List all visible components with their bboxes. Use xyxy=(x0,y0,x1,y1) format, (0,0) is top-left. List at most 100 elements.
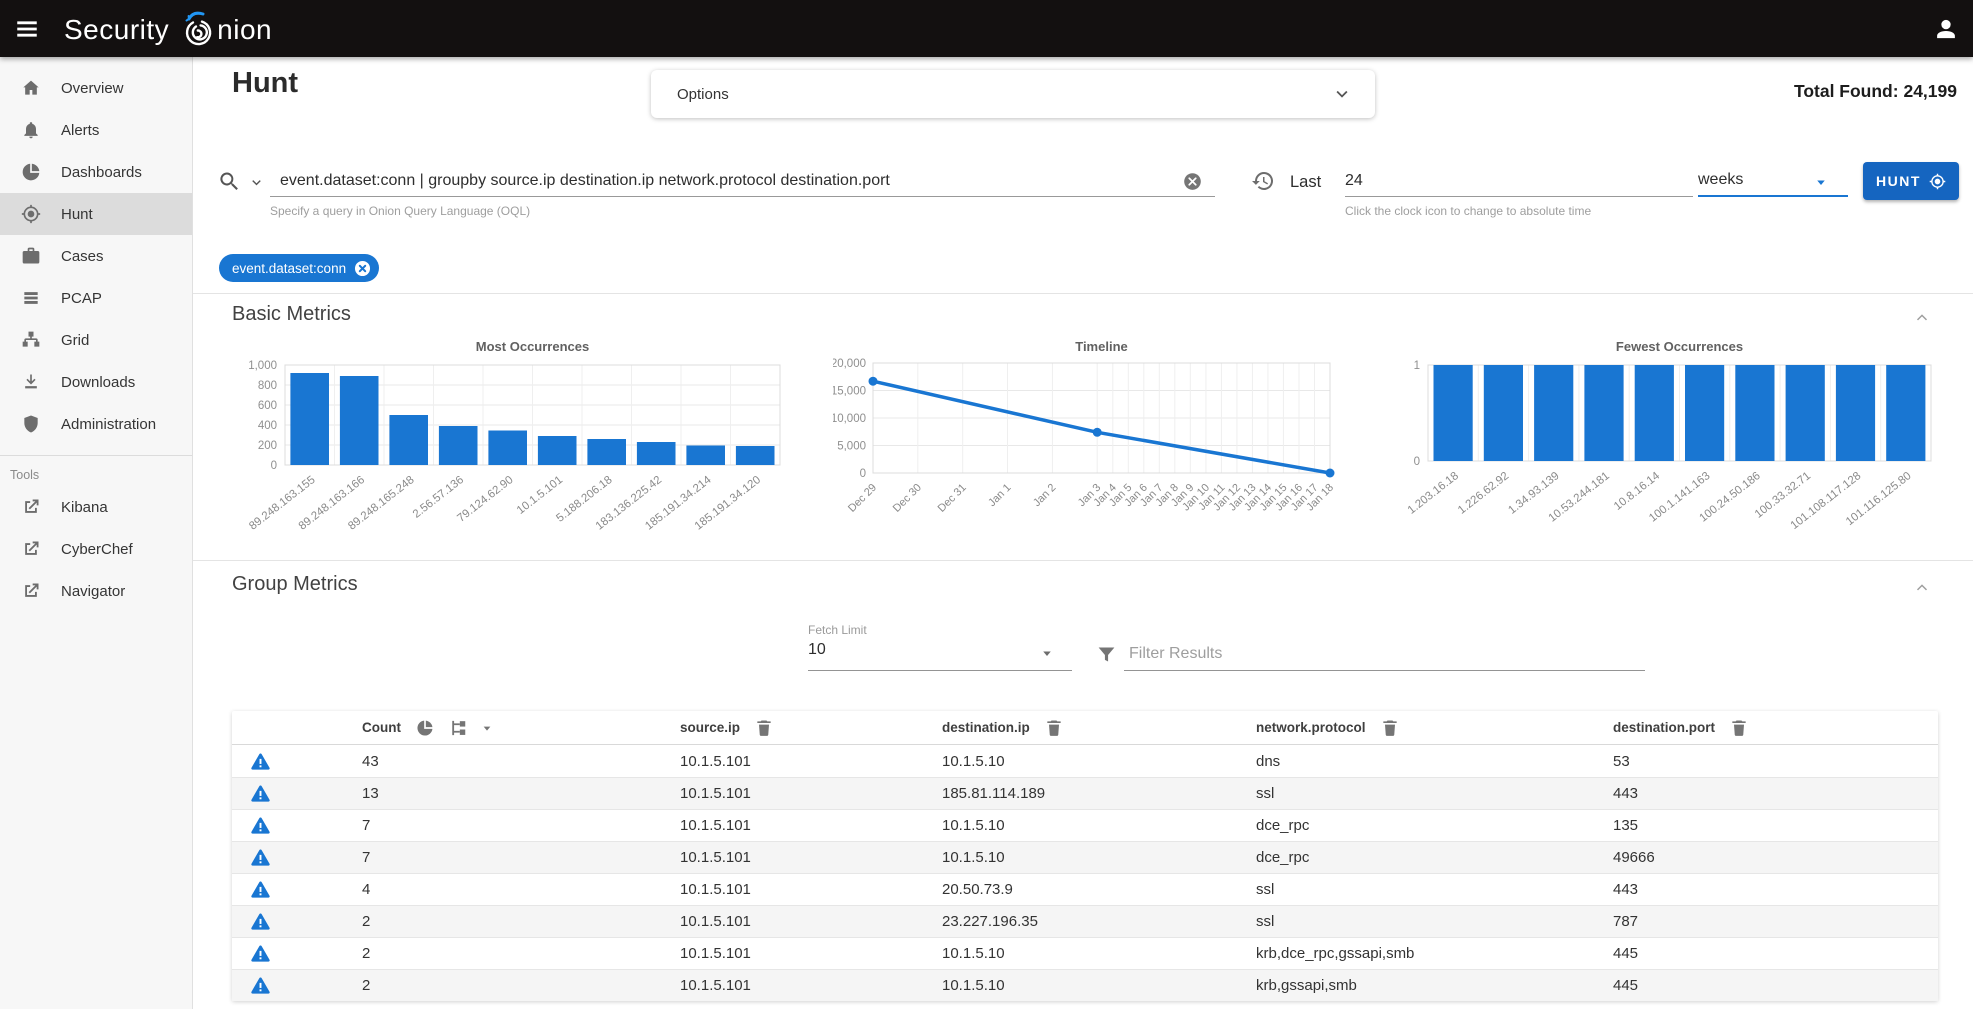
cell-destination-ip[interactable]: 10.1.5.10 xyxy=(942,977,1005,994)
remove-column-icon[interactable] xyxy=(754,718,774,738)
duration-input[interactable] xyxy=(1345,169,1685,193)
cell-source-ip[interactable]: 10.1.5.101 xyxy=(680,945,751,962)
cell-count[interactable]: 7 xyxy=(362,817,370,834)
cell-destination-port[interactable]: 445 xyxy=(1613,945,1638,962)
sidebar-item-hunt[interactable]: Hunt xyxy=(0,193,192,235)
warning-triangle-icon[interactable] xyxy=(250,943,271,964)
cell-destination-ip[interactable]: 10.1.5.10 xyxy=(942,817,1005,834)
cell-count[interactable]: 4 xyxy=(362,881,370,898)
warning-triangle-icon[interactable] xyxy=(250,847,271,868)
cell-count[interactable]: 2 xyxy=(362,977,370,994)
cell-destination-port[interactable]: 443 xyxy=(1613,881,1638,898)
table-row[interactable]: 7 10.1.5.101 10.1.5.10 dce_rpc 49666 xyxy=(232,841,1938,873)
remove-filter-icon[interactable] xyxy=(353,259,372,278)
cell-source-ip[interactable]: 10.1.5.101 xyxy=(680,913,751,930)
chart-most-occurrences[interactable]: Most Occurrences02004006008001,00089.248… xyxy=(230,335,785,558)
column-header-count[interactable]: Count xyxy=(362,720,401,735)
sidebar-item-downloads[interactable]: Downloads xyxy=(0,361,192,403)
fetch-limit-caret-icon[interactable] xyxy=(1038,644,1056,662)
pie-chart-toggle-icon[interactable] xyxy=(415,718,435,738)
cell-destination-port[interactable]: 443 xyxy=(1613,785,1638,802)
collapse-basic-metrics-icon[interactable] xyxy=(1913,309,1931,327)
chart-timeline[interactable]: Timeline05,00010,00015,00020,000Dec 29De… xyxy=(833,335,1338,558)
cell-network-protocol[interactable]: ssl xyxy=(1256,785,1274,802)
cell-destination-ip[interactable]: 23.227.196.35 xyxy=(942,913,1038,930)
cell-network-protocol[interactable]: ssl xyxy=(1256,913,1274,930)
sidebar-item-alerts[interactable]: Alerts xyxy=(0,109,192,151)
history-clock-icon[interactable] xyxy=(1251,169,1275,193)
sidebar-item-administration[interactable]: Administration xyxy=(0,403,192,445)
table-row[interactable]: 13 10.1.5.101 185.81.114.189 ssl 443 xyxy=(232,777,1938,809)
cell-destination-port[interactable]: 49666 xyxy=(1613,849,1655,866)
cell-network-protocol[interactable]: ssl xyxy=(1256,881,1274,898)
warning-triangle-icon[interactable] xyxy=(250,911,271,932)
cell-destination-port[interactable]: 53 xyxy=(1613,753,1630,770)
cell-source-ip[interactable]: 10.1.5.101 xyxy=(680,817,751,834)
cell-destination-ip[interactable]: 185.81.114.189 xyxy=(942,785,1045,802)
cell-source-ip[interactable]: 10.1.5.101 xyxy=(680,977,751,994)
cell-network-protocol[interactable]: dns xyxy=(1256,753,1280,770)
duration-unit-select[interactable]: weeks xyxy=(1698,171,1848,189)
cell-destination-ip[interactable]: 10.1.5.10 xyxy=(942,849,1005,866)
cell-count[interactable]: 43 xyxy=(362,753,379,770)
cell-source-ip[interactable]: 10.1.5.101 xyxy=(680,785,751,802)
sidebar-item-navigator[interactable]: Navigator xyxy=(0,570,192,612)
cell-network-protocol[interactable]: krb,gssapi,smb xyxy=(1256,977,1357,994)
hamburger-menu-icon[interactable] xyxy=(14,16,40,42)
cell-network-protocol[interactable]: dce_rpc xyxy=(1256,817,1309,834)
table-row[interactable]: 2 10.1.5.101 10.1.5.10 krb,gssapi,smb 445 xyxy=(232,969,1938,1001)
warning-triangle-icon[interactable] xyxy=(250,815,271,836)
query-input[interactable] xyxy=(280,169,1170,193)
chart-type-caret-icon[interactable] xyxy=(479,720,495,736)
clear-query-icon[interactable] xyxy=(1182,171,1203,192)
table-row[interactable]: 43 10.1.5.101 10.1.5.10 dns 53 xyxy=(232,745,1938,777)
options-expander[interactable]: Options xyxy=(651,70,1375,118)
cell-destination-ip[interactable]: 20.50.73.9 xyxy=(942,881,1013,898)
cell-source-ip[interactable]: 10.1.5.101 xyxy=(680,753,751,770)
warning-triangle-icon[interactable] xyxy=(250,879,271,900)
cell-count[interactable]: 13 xyxy=(362,785,379,802)
sidebar-item-cases[interactable]: Cases xyxy=(0,235,192,277)
chevron-down-icon[interactable] xyxy=(1331,83,1353,105)
warning-triangle-icon[interactable] xyxy=(250,975,271,996)
cell-destination-port[interactable]: 787 xyxy=(1613,913,1638,930)
column-header-network-protocol[interactable]: network.protocol xyxy=(1256,720,1366,735)
remove-column-icon[interactable] xyxy=(1380,718,1400,738)
table-row[interactable]: 2 10.1.5.101 10.1.5.10 krb,dce_rpc,gssapi,s… xyxy=(232,937,1938,969)
collapse-group-metrics-icon[interactable] xyxy=(1913,579,1931,597)
column-header-source-ip[interactable]: source.ip xyxy=(680,720,740,735)
sidebar-item-grid[interactable]: Grid xyxy=(0,319,192,361)
cell-network-protocol[interactable]: krb,dce_rpc,gssapi,smb xyxy=(1256,945,1414,962)
chart-fewest-occurrences[interactable]: Fewest Occurrences011.203.16.181.226.62.… xyxy=(1386,335,1936,558)
cell-destination-port[interactable]: 445 xyxy=(1613,977,1638,994)
cell-count[interactable]: 2 xyxy=(362,913,370,930)
cell-source-ip[interactable]: 10.1.5.101 xyxy=(680,881,751,898)
sidebar-item-dashboards[interactable]: Dashboards xyxy=(0,151,192,193)
filter-chip[interactable]: event.dataset:conn xyxy=(219,254,379,282)
hunt-button[interactable]: HUNT xyxy=(1863,162,1959,200)
cell-count[interactable]: 7 xyxy=(362,849,370,866)
table-row[interactable]: 2 10.1.5.101 23.227.196.35 ssl 787 xyxy=(232,905,1938,937)
cell-destination-ip[interactable]: 10.1.5.10 xyxy=(942,945,1005,962)
table-row[interactable]: 7 10.1.5.101 10.1.5.10 dce_rpc 135 xyxy=(232,809,1938,841)
cell-source-ip[interactable]: 10.1.5.101 xyxy=(680,849,751,866)
sidebar-item-cyberchef[interactable]: CyberChef xyxy=(0,528,192,570)
filter-results-input[interactable] xyxy=(1129,642,1639,666)
user-icon[interactable] xyxy=(1933,16,1959,42)
cell-destination-ip[interactable]: 10.1.5.10 xyxy=(942,753,1005,770)
cell-network-protocol[interactable]: dce_rpc xyxy=(1256,849,1309,866)
cell-destination-port[interactable]: 135 xyxy=(1613,817,1638,834)
sidebar-item-overview[interactable]: Overview xyxy=(0,67,192,109)
fetch-limit-select[interactable]: 10 xyxy=(808,641,826,659)
remove-column-icon[interactable] xyxy=(1729,718,1749,738)
query-history-chevron-icon[interactable] xyxy=(248,174,265,191)
sidebar-item-kibana[interactable]: Kibana xyxy=(0,486,192,528)
column-header-destination-port[interactable]: destination.port xyxy=(1613,720,1715,735)
table-row[interactable]: 4 10.1.5.101 20.50.73.9 ssl 443 xyxy=(232,873,1938,905)
warning-triangle-icon[interactable] xyxy=(250,783,271,804)
warning-triangle-icon[interactable] xyxy=(250,751,271,772)
remove-column-icon[interactable] xyxy=(1044,718,1064,738)
sidebar-item-pcap[interactable]: PCAP xyxy=(0,277,192,319)
chart-type-icon[interactable] xyxy=(449,718,469,738)
cell-count[interactable]: 2 xyxy=(362,945,370,962)
